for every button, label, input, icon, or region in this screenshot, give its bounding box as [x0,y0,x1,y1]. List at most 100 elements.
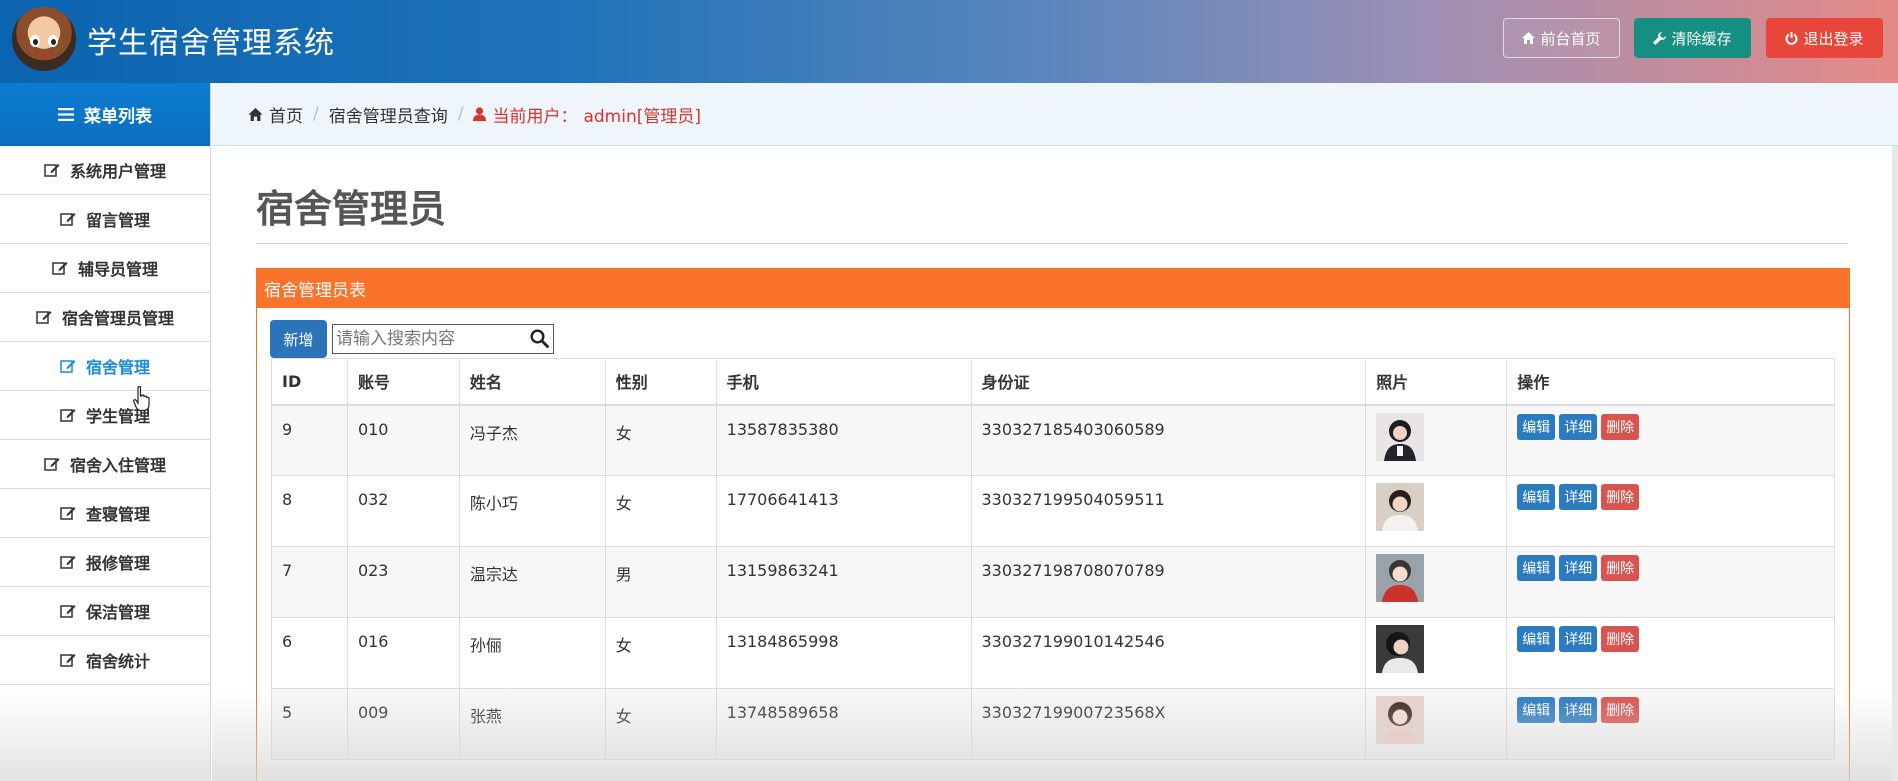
sidebar-item[interactable]: 学生管理 [0,391,210,440]
sidebar-item-label: 报修管理 [85,554,150,573]
photo-thumbnail[interactable] [1376,483,1425,531]
cell-phone: 17706641413 [715,475,972,547]
sidebar-item[interactable]: 留言管理 [0,195,210,244]
sidebar-item-label: 保洁管理 [85,603,150,622]
logout-button[interactable]: 退出登录 [1766,18,1883,58]
cell-actions: 编辑 详细 删除 [1506,475,1835,547]
sidebar-item-label: 查寝管理 [85,505,150,524]
edit-button[interactable]: 编辑 [1517,413,1556,440]
cell-name: 冯子杰 [458,404,606,476]
table-header-row: ID 账号 姓名 性别 手机 身份证 照片 操作 [271,358,1835,406]
frontend-home-label: 前台首页 [1540,29,1601,48]
sidebar-item[interactable]: 报修管理 [0,538,210,587]
edit-icon [60,409,76,422]
search-icon[interactable] [530,329,549,348]
delete-button[interactable]: 删除 [1601,697,1640,723]
sidebar-item[interactable]: 查寝管理 [0,489,210,538]
breadcrumb-current: 宿舍管理员查询 [328,106,448,127]
page-scrollbar[interactable] [1892,146,1898,781]
column-header: 照片 [1365,358,1508,406]
home-icon [248,107,263,121]
cell-photo [1365,546,1508,618]
edit-icon [60,556,76,569]
cell-idcard: 330327185403060589 [970,404,1367,476]
cell-actions: 编辑 详细 删除 [1506,688,1835,760]
sidebar-item[interactable]: 保洁管理 [0,587,210,636]
cell-account: 016 [346,617,460,689]
detail-button[interactable]: 详细 [1559,413,1598,440]
cell-phone: 13748589658 [715,688,972,760]
detail-button[interactable]: 详细 [1559,484,1598,510]
app-title: 学生宿舍管理系统 [87,26,335,61]
sidebar-item-label: 宿舍管理 [85,358,150,377]
table-row: 7 023 温宗达男 13159863241 330327198708070789 编辑… [271,546,1835,618]
current-user-name: admin[管理员] [583,106,701,127]
managers-table: ID 账号 姓名 性别 手机 身份证 照片 操作 9 010 冯子杰女 13587835380 330… [271,358,1835,760]
cell-actions: 编辑 详细 删除 [1506,404,1835,476]
column-header: 性别 [604,358,717,406]
cell-gender: 男 [604,546,717,618]
add-button[interactable]: 新增 [270,320,327,358]
edit-icon [44,458,60,471]
delete-button[interactable]: 删除 [1601,413,1640,440]
cell-gender: 女 [604,688,717,760]
edit-icon [60,605,76,618]
cell-id: 5 [271,688,348,760]
edit-icon [60,654,76,667]
edit-icon [60,213,76,226]
cell-photo [1365,688,1508,760]
detail-button[interactable]: 详细 [1559,626,1598,652]
sidebar-item-label: 宿舍管理员管理 [61,309,174,328]
cell-account: 032 [346,475,460,547]
cell-photo [1365,475,1508,547]
breadcrumb-home-label: 首页 [269,106,303,127]
sidebar-item[interactable]: 宿舍入住管理 [0,440,210,489]
title-divider [256,243,1848,244]
table-toolbar: 新增 [270,320,554,358]
edit-button[interactable]: 编辑 [1517,697,1556,723]
cell-account: 009 [346,688,460,760]
current-user-prefix: 当前用户： [492,106,578,127]
column-header: 账号 [346,358,460,406]
photo-thumbnail[interactable] [1376,625,1425,673]
cell-name: 温宗达 [458,546,606,618]
table-row: 9 010 冯子杰女 13587835380 330327185403060589 编辑… [271,404,1835,476]
table-row: 6 016 孙俪女 13184865998 330327199010142546 编辑详… [271,617,1835,689]
sidebar-item[interactable]: 宿舍管理 [0,342,210,391]
breadcrumb-home[interactable]: 首页 [248,102,303,127]
sidebar-menu: 菜单列表 系统用户管理留言管理 辅导员管理宿舍管理员管理 宿舍管理学生管理宿舍入住管… [0,83,211,781]
cell-name: 张燕 [458,688,606,760]
edit-button[interactable]: 编辑 [1517,484,1556,510]
search-input[interactable] [333,325,523,353]
cell-actions: 编辑 详细 删除 [1506,546,1835,618]
sidebar-item[interactable]: 辅导员管理 [0,244,210,293]
logout-label: 退出登录 [1803,29,1864,48]
sidebar-item[interactable]: 宿舍统计 [0,636,210,685]
menu-heading: 菜单列表 [0,83,210,146]
cell-gender: 女 [604,617,717,689]
edit-button[interactable]: 编辑 [1517,626,1556,652]
column-header: 身份证 [970,358,1367,406]
detail-button[interactable]: 详细 [1559,697,1598,723]
delete-button[interactable]: 删除 [1601,555,1640,581]
frontend-home-button[interactable]: 前台首页 [1503,18,1620,58]
delete-button[interactable]: 删除 [1601,626,1640,652]
photo-thumbnail[interactable] [1376,554,1425,602]
sidebar-item[interactable]: 宿舍管理员管理 [0,293,210,342]
sidebar-item-label: 宿舍入住管理 [69,456,166,475]
clear-cache-button[interactable]: 清除缓存 [1634,18,1751,58]
menu-heading-label: 菜单列表 [84,107,152,127]
breadcrumb-separator: / [313,104,319,124]
current-user: 当前用户： admin[管理员] [473,102,701,127]
photo-thumbnail[interactable] [1376,696,1425,744]
photo-thumbnail[interactable] [1376,412,1425,461]
sidebar-item[interactable]: 系统用户管理 [0,146,210,195]
cell-id: 7 [271,546,348,618]
cell-actions: 编辑 详细 删除 [1506,617,1835,689]
top-header: 学生宿舍管理系统 前台首页 清除缓存 退出登录 [0,0,1898,83]
cell-account: 010 [346,404,460,476]
edit-button[interactable]: 编辑 [1517,555,1556,581]
detail-button[interactable]: 详细 [1559,555,1598,581]
delete-button[interactable]: 删除 [1601,484,1640,510]
sidebar-item-label: 系统用户管理 [69,162,166,181]
